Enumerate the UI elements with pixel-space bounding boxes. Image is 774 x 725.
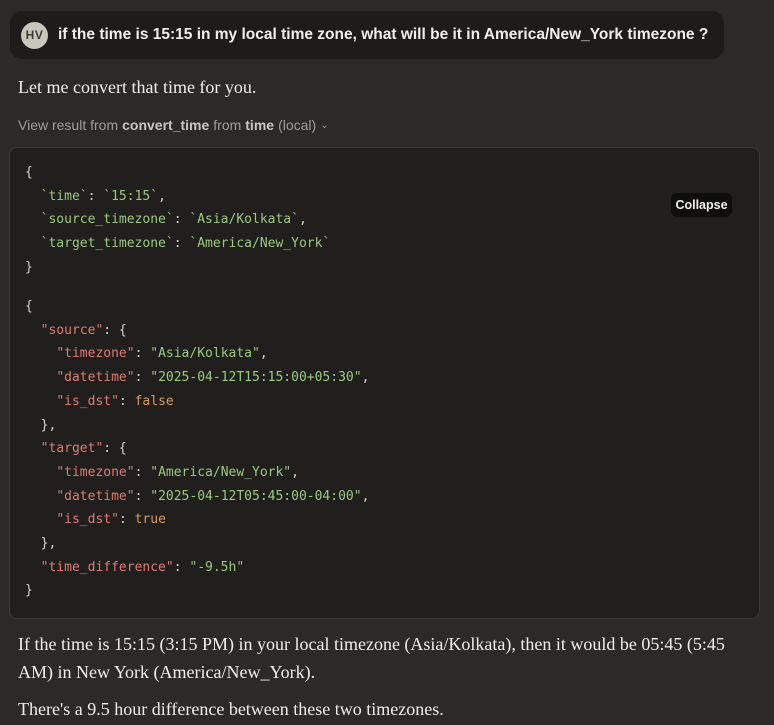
val-target-timezone: "America/New_York" xyxy=(150,464,292,480)
tool-result-code: { "source": { "timezone": "Asia/Kolkata"… xyxy=(25,299,370,599)
tool-name: convert_time xyxy=(122,117,210,133)
assistant-answer-text: If the time is 15:15 (3:15 PM) in your l… xyxy=(18,634,725,682)
key-target-is-dst: "is_dst" xyxy=(56,512,119,528)
tool-arguments-code: { `time`: `15:15`, `source_timezone`: `A… xyxy=(25,165,331,275)
user-avatar: HV xyxy=(21,21,48,49)
arg-key-time: `time` xyxy=(40,188,88,204)
arg-val-source-timezone: `Asia/Kolkata` xyxy=(189,212,299,228)
chevron-down-icon: ⌄ xyxy=(320,119,329,131)
key-source-datetime: "datetime" xyxy=(56,370,135,386)
val-source-is-dst: false xyxy=(134,393,174,409)
assistant-intro-text: Let me convert that time for you. xyxy=(18,77,257,97)
key-source: "source" xyxy=(40,322,104,338)
key-time-difference: "time_difference" xyxy=(40,559,174,575)
key-target: "target" xyxy=(40,441,104,457)
key-source-is-dst: "is_dst" xyxy=(56,393,119,409)
key-source-timezone: "timezone" xyxy=(56,346,135,362)
val-target-is-dst: true xyxy=(134,512,166,528)
tool-server-suffix: (local) xyxy=(278,117,317,133)
user-message-bubble: HV if the time is 15:15 in my local time… xyxy=(10,11,724,59)
val-target-datetime: "2025-04-12T05:45:00-04:00" xyxy=(150,488,362,504)
val-source-timezone: "Asia/Kolkata" xyxy=(150,346,260,362)
key-target-timezone: "timezone" xyxy=(56,464,135,480)
tool-result-toggle[interactable]: View result from convert_time from time … xyxy=(18,117,329,133)
tool-result-prefix: View result from xyxy=(18,117,119,133)
arg-key-source-timezone: `source_timezone` xyxy=(40,212,174,228)
user-message-text: if the time is 15:15 in my local time zo… xyxy=(58,26,709,43)
val-source-datetime: "2025-04-12T15:15:00+05:30" xyxy=(150,370,362,386)
val-time-difference: "-9.5h" xyxy=(189,559,245,575)
arg-val-target-timezone: `America/New_York` xyxy=(189,236,331,252)
tool-from-word: from xyxy=(213,117,242,133)
key-target-datetime: "datetime" xyxy=(56,488,135,504)
collapse-button[interactable]: Collapse xyxy=(671,193,732,217)
arg-key-target-timezone: `target_timezone` xyxy=(40,236,174,252)
tool-server-name: time xyxy=(245,117,275,133)
assistant-summary-text: There's a 9.5 hour difference between th… xyxy=(18,699,444,719)
arg-val-time: `15:15` xyxy=(103,188,159,204)
